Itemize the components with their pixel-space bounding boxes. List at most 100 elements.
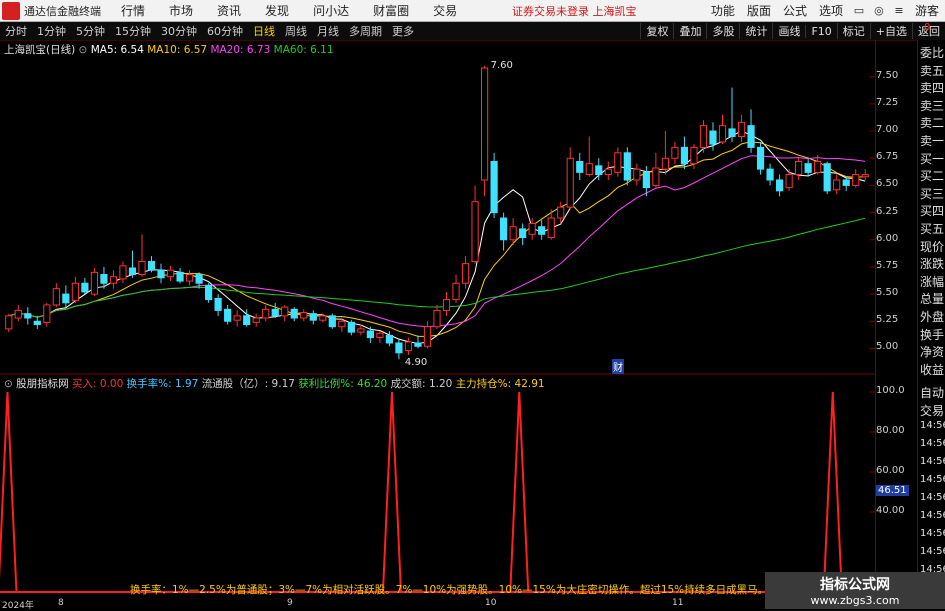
candle-body[interactable] — [776, 179, 784, 192]
candle-body[interactable] — [642, 171, 650, 189]
candle-body[interactable] — [433, 309, 441, 328]
side-label[interactable]: 卖二 — [920, 114, 944, 131]
candle-body[interactable] — [90, 271, 98, 295]
side-label[interactable]: 外盘 — [920, 308, 944, 325]
candle-body[interactable] — [747, 125, 755, 148]
candle-body[interactable] — [699, 125, 708, 148]
candle-body[interactable] — [357, 328, 365, 333]
side-label[interactable]: 卖四 — [920, 79, 944, 96]
candle-body[interactable] — [785, 174, 793, 189]
candle-body[interactable] — [557, 206, 565, 219]
candle-body[interactable] — [547, 217, 555, 239]
indicator-toggle-icon[interactable]: ⊙ — [4, 378, 13, 390]
side-label[interactable]: 卖五 — [920, 62, 944, 79]
candle-body[interactable] — [671, 146, 679, 159]
candle-body[interactable] — [166, 269, 175, 278]
candle-body[interactable] — [842, 179, 850, 186]
price-chart-area[interactable] — [0, 0, 876, 598]
candle-body[interactable] — [52, 288, 60, 306]
candle-body[interactable] — [480, 67, 489, 181]
side-label[interactable]: 涨幅 — [920, 273, 944, 290]
candle-body[interactable] — [33, 320, 41, 326]
candle-body[interactable] — [500, 217, 508, 241]
candle-body[interactable] — [328, 315, 336, 328]
candle-body[interactable] — [71, 282, 79, 302]
candle-body[interactable] — [585, 163, 593, 176]
candle-body[interactable] — [519, 228, 527, 239]
candle-body[interactable] — [690, 146, 698, 165]
side-label[interactable]: 委比 — [920, 44, 944, 61]
candle-body[interactable] — [566, 157, 574, 208]
candle-body[interactable] — [852, 174, 860, 186]
candle-body[interactable] — [138, 260, 146, 276]
candle-body[interactable] — [728, 128, 736, 138]
candle-body[interactable] — [452, 282, 460, 301]
candle-body[interactable] — [195, 274, 203, 284]
candle-body[interactable] — [176, 271, 184, 282]
candle-body[interactable] — [833, 179, 841, 191]
candle-body[interactable] — [795, 161, 803, 176]
side-label[interactable]: 买四 — [920, 202, 944, 219]
candle-body[interactable] — [661, 157, 669, 170]
candle-body[interactable] — [347, 321, 355, 333]
candle-body[interactable] — [119, 265, 127, 280]
candle-body[interactable] — [538, 226, 546, 235]
candle-body[interactable] — [604, 168, 612, 176]
candle-body[interactable] — [461, 263, 470, 284]
candle-body[interactable] — [24, 313, 32, 319]
candle-body[interactable] — [205, 284, 213, 301]
candle-body[interactable] — [576, 161, 584, 173]
candle-body[interactable] — [861, 174, 869, 178]
candle-body[interactable] — [290, 308, 298, 319]
candle-body[interactable] — [128, 267, 137, 276]
candle-body[interactable] — [185, 274, 194, 282]
candle-body[interactable] — [300, 312, 308, 319]
candle-body[interactable] — [509, 226, 517, 241]
candle-body[interactable] — [281, 306, 289, 317]
side-label[interactable]: 总量 — [920, 290, 944, 307]
candle-body[interactable] — [614, 152, 622, 173]
candle-body[interactable] — [652, 167, 660, 186]
candle-body[interactable] — [814, 161, 822, 173]
candle-body[interactable] — [243, 315, 251, 326]
candle-body[interactable] — [595, 165, 603, 176]
candle-body[interactable] — [442, 299, 451, 311]
candle-body[interactable] — [528, 222, 536, 235]
candle-body[interactable] — [823, 163, 831, 192]
side-label[interactable]: 买五 — [920, 220, 944, 237]
menu-icon[interactable]: ≡ — [889, 4, 909, 17]
candle-body[interactable] — [147, 260, 156, 271]
candle-body[interactable] — [252, 317, 260, 323]
candle-body[interactable] — [109, 276, 118, 284]
side-label[interactable]: 收益 — [920, 361, 944, 378]
candle-body[interactable] — [262, 308, 270, 319]
candle-body[interactable] — [309, 313, 317, 321]
side-label[interactable]: 现价 — [920, 238, 944, 255]
candle-body[interactable] — [224, 308, 232, 322]
candle-body[interactable] — [756, 146, 765, 170]
candle-body[interactable] — [14, 309, 22, 319]
candle-body[interactable] — [804, 163, 812, 173]
side-label[interactable]: 换手 — [920, 326, 944, 343]
side-label[interactable]: 净资 — [920, 343, 944, 360]
side-label[interactable]: 买三 — [920, 185, 944, 202]
candle-body[interactable] — [633, 168, 641, 181]
candle-body[interactable] — [680, 146, 689, 165]
candle-body[interactable] — [5, 315, 13, 330]
candle-body[interactable] — [385, 334, 394, 344]
candle-body[interactable] — [414, 342, 422, 347]
candle-body[interactable] — [366, 330, 374, 339]
side-auto-trade-label[interactable]: 交易 — [920, 402, 944, 419]
side-label[interactable]: 卖三 — [920, 97, 944, 114]
guest-user[interactable]: 游客 — [909, 2, 945, 19]
candle-body[interactable] — [233, 315, 241, 321]
finance-event-mark[interactable]: 财 — [612, 359, 624, 374]
candle-body[interactable] — [271, 308, 279, 317]
candle-body[interactable] — [766, 168, 774, 181]
candle-body[interactable] — [100, 274, 108, 284]
add-watchlist-button[interactable]: +自选 — [869, 23, 912, 39]
candle-body[interactable] — [490, 161, 498, 214]
candle-body[interactable] — [62, 293, 70, 304]
candle-body[interactable] — [471, 201, 479, 262]
candle-body[interactable] — [395, 342, 403, 354]
